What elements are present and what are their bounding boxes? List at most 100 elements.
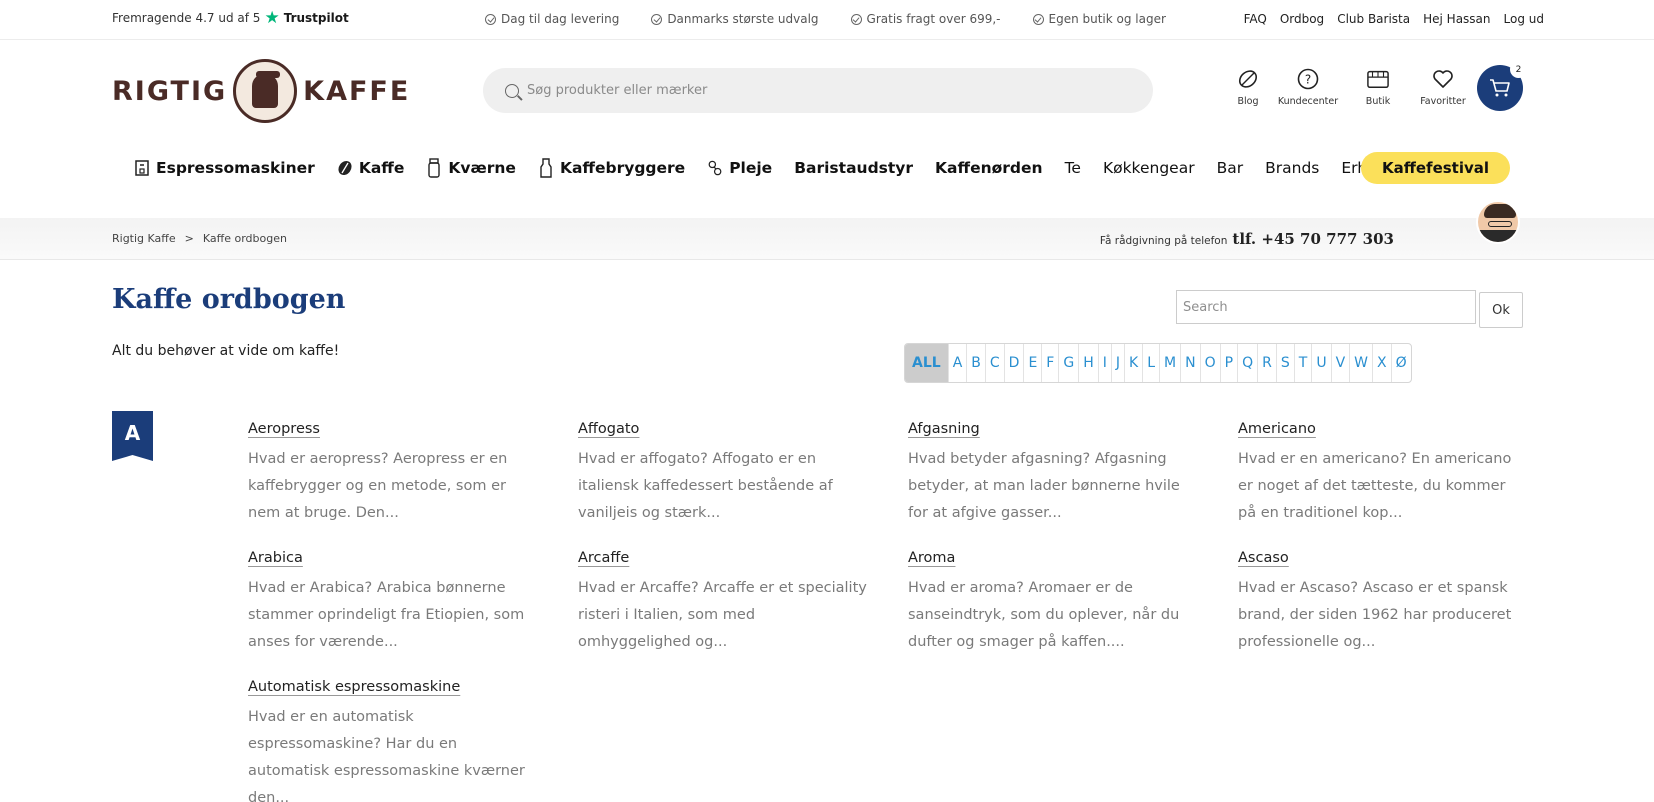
letter-all[interactable]: ALL — [905, 344, 949, 382]
glossary-search-ok-button[interactable]: Ok — [1479, 292, 1523, 328]
nav-item-brands[interactable]: Brands — [1265, 159, 1319, 177]
breadcrumb-strip: Rigtig Kaffe > Kaffe ordbogen Få rådgivn… — [0, 218, 1654, 260]
letter-link[interactable]: A — [949, 344, 968, 382]
usp-label: Egen butik og lager — [1048, 12, 1166, 26]
site-logo[interactable]: RIGTIG KAFFE — [112, 58, 410, 124]
nav-item-kokkengear[interactable]: Køkkengear — [1103, 159, 1195, 177]
usp-item: Gratis fragt over 699,- — [850, 12, 1001, 26]
search-icon — [505, 83, 519, 98]
letter-link[interactable]: C — [986, 344, 1005, 382]
letter-link[interactable]: Q — [1238, 344, 1259, 382]
entry-excerpt: Hvad er en automatisk espressomaskine? H… — [248, 709, 525, 802]
nav-item-baristaudstyr[interactable]: Baristaudstyr — [794, 159, 913, 177]
nav-item-kaffebryggere[interactable]: Kaffebryggere — [538, 158, 685, 178]
cart-icon — [1490, 79, 1510, 97]
letter-filter: ALL A B C D E F G H I J K L M N O P Q R … — [904, 343, 1412, 383]
letter-link[interactable]: I — [1099, 344, 1112, 382]
butik-label: Butik — [1365, 96, 1391, 107]
letter-link[interactable]: P — [1221, 344, 1239, 382]
entry-title-link[interactable]: Afgasning — [908, 421, 980, 437]
entry-title-link[interactable]: Aroma — [908, 550, 955, 566]
search-bar[interactable] — [483, 68, 1153, 113]
glossary-entry: Americano Hvad er en americano? En ameri… — [1238, 418, 1530, 527]
account-link[interactable]: Hej Hassan — [1423, 12, 1490, 26]
usp-label: Dag til dag levering — [501, 12, 620, 26]
check-icon — [651, 13, 663, 25]
trustpilot-brand: Trustpilot — [283, 11, 349, 25]
entry-excerpt: Hvad er aroma? Aromaer er de sanseindtry… — [908, 580, 1180, 650]
letter-link[interactable]: S — [1277, 344, 1295, 382]
nav-item-kaffe[interactable]: Kaffe — [337, 159, 404, 177]
section-letter-badge: A — [112, 411, 153, 461]
page-subtitle: Alt du behøver at vide om kaffe! — [112, 343, 340, 359]
check-icon — [850, 13, 862, 25]
letter-link[interactable]: N — [1181, 344, 1201, 382]
letter-link[interactable]: M — [1160, 344, 1182, 382]
glossary-search-input[interactable] — [1176, 290, 1476, 324]
search-input[interactable] — [527, 83, 1087, 98]
phone-number[interactable]: tlf. +45 70 777 303 — [1232, 230, 1394, 248]
breadcrumb-current: Kaffe ordbogen — [202, 232, 287, 245]
letter-link[interactable]: H — [1079, 344, 1099, 382]
entry-title-link[interactable]: Arcaffe — [578, 550, 629, 566]
letter-link[interactable]: X — [1373, 344, 1392, 382]
club-barista-link[interactable]: Club Barista — [1337, 12, 1410, 26]
letter-link[interactable]: R — [1258, 344, 1277, 382]
breadcrumb-home[interactable]: Rigtig Kaffe — [112, 232, 176, 245]
kaffefestival-button[interactable]: Kaffefestival — [1361, 152, 1510, 184]
letter-link[interactable]: V — [1332, 344, 1351, 382]
letter-link[interactable]: W — [1350, 344, 1373, 382]
glossary-entry: Afgasning Hvad betyder afgasning? Afgasn… — [908, 418, 1238, 527]
blog-button[interactable]: Blog — [1228, 68, 1268, 107]
nav-label: Bar — [1216, 159, 1244, 177]
nav-item-pleje[interactable]: Pleje — [707, 159, 772, 177]
question-icon: ? — [1297, 68, 1319, 90]
logout-link[interactable]: Log ud — [1504, 12, 1544, 26]
faq-link[interactable]: FAQ — [1244, 12, 1267, 26]
favoritter-button[interactable]: Favoritter — [1408, 68, 1478, 107]
letter-link[interactable]: L — [1143, 344, 1161, 382]
entry-title-link[interactable]: Americano — [1238, 421, 1316, 437]
letter-link[interactable]: F — [1042, 344, 1060, 382]
nav-label: Te — [1064, 159, 1081, 177]
cart-button[interactable]: 2 — [1477, 61, 1527, 111]
letter-link[interactable]: G — [1059, 344, 1080, 382]
letter-link[interactable]: O — [1201, 344, 1221, 382]
nav-item-te[interactable]: Te — [1065, 159, 1081, 177]
entry-excerpt: Hvad er aeropress? Aeropress er en kaffe… — [248, 451, 508, 521]
entry-excerpt: Hvad er en americano? En americano er no… — [1238, 451, 1512, 521]
trustpilot-rating[interactable]: Fremragende 4.7 ud af 5 ★ Trustpilot — [112, 10, 349, 27]
breadcrumb-separator: > — [184, 232, 194, 245]
nav-item-bar[interactable]: Bar — [1217, 159, 1244, 177]
letter-link[interactable]: D — [1005, 344, 1025, 382]
top-bar: Fremragende 4.7 ud af 5 ★ Trustpilot Dag… — [0, 0, 1654, 40]
usp-item: Egen butik og lager — [1032, 12, 1166, 26]
usp-label: Gratis fragt over 699,- — [866, 12, 1001, 26]
glossary-entry: Automatisk espressomaskine Hvad er en au… — [248, 676, 578, 802]
letter-link[interactable]: T — [1295, 344, 1313, 382]
entry-title-link[interactable]: Automatisk espressomaskine — [248, 679, 460, 695]
letter-link[interactable]: E — [1024, 344, 1043, 382]
nav-item-kvaerne[interactable]: Kværne — [426, 158, 516, 178]
butik-button[interactable]: Butik — [1348, 68, 1408, 107]
entry-title-link[interactable]: Ascaso — [1238, 550, 1289, 566]
nav-label: Pleje — [729, 159, 773, 177]
nav-label: Køkkengear — [1102, 159, 1195, 177]
nav-label: Kaffenørden — [935, 159, 1043, 177]
nav-item-espressomaskiner[interactable]: Espressomaskiner — [134, 159, 315, 177]
letter-link[interactable]: Ø — [1392, 344, 1411, 382]
ordbog-link[interactable]: Ordbog — [1280, 12, 1324, 26]
entry-title-link[interactable]: Aeropress — [248, 421, 320, 437]
letter-link[interactable]: U — [1312, 344, 1332, 382]
entry-title-link[interactable]: Arabica — [248, 550, 303, 566]
letter-link[interactable]: J — [1112, 344, 1126, 382]
entry-title-link[interactable]: Affogato — [578, 421, 639, 437]
header-icons: Blog ? Kundecenter Butik Favoritter — [1228, 68, 1478, 107]
cart-count-badge: 2 — [1510, 61, 1527, 78]
svg-text:?: ? — [1305, 73, 1311, 87]
letter-link[interactable]: B — [967, 344, 986, 382]
usp-item: Dag til dag levering — [485, 12, 619, 26]
letter-link[interactable]: K — [1125, 344, 1144, 382]
nav-item-kaffenorden[interactable]: Kaffenørden — [935, 159, 1043, 177]
kundecenter-button[interactable]: ? Kundecenter — [1268, 68, 1348, 107]
